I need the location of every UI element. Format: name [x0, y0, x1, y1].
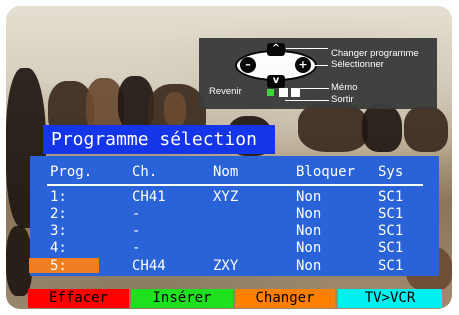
column-header-ch: Ch.	[132, 164, 158, 180]
nom-cell: ZXY	[213, 258, 239, 274]
prog-cell: 1:	[50, 189, 67, 205]
green-dot-icon	[267, 89, 274, 96]
sys-cell: SC1	[378, 206, 404, 222]
guide-line	[286, 48, 328, 49]
prog-cell: 4:	[50, 240, 67, 256]
background-horse	[362, 104, 402, 152]
tv-vcr-button[interactable]: TV>VCR	[338, 289, 442, 308]
column-header-sys: Sys	[378, 164, 404, 180]
guide-line	[299, 88, 329, 89]
navigation-help-panel: ^ v – + Changer programme Sélectionner R…	[199, 38, 437, 109]
ch-cell: -	[132, 223, 141, 239]
prog-cell: 5:	[50, 258, 67, 274]
changer-button[interactable]: Changer	[235, 289, 335, 308]
memo-label: Mémo	[331, 82, 358, 93]
ch-cell: -	[132, 206, 141, 222]
column-header-bloquer: Bloquer	[296, 164, 356, 180]
bloquer-cell: Non	[296, 258, 322, 274]
background-horse	[298, 102, 368, 152]
header-divider	[47, 184, 423, 186]
sys-cell: SC1	[378, 258, 404, 274]
inserer-button[interactable]: Insérer	[131, 289, 233, 308]
changer-programme-label: Changer programme	[331, 48, 419, 59]
revenir-label: Revenir	[209, 86, 242, 97]
white-square-icon	[291, 88, 300, 97]
plus-icon: +	[295, 57, 311, 73]
down-arrow-icon: v	[267, 75, 285, 88]
background-horse	[164, 92, 186, 126]
white-square-icon	[279, 88, 288, 97]
bloquer-cell: Non	[296, 206, 322, 222]
sys-cell: SC1	[378, 189, 404, 205]
minus-icon: –	[240, 57, 256, 73]
menu-title: Programme sélection	[43, 125, 275, 154]
guide-line	[314, 65, 328, 66]
sys-cell: SC1	[378, 240, 404, 256]
up-arrow-icon: ^	[267, 43, 285, 56]
sys-cell: SC1	[378, 223, 404, 239]
column-header-nom: Nom	[213, 164, 239, 180]
selectionner-label: Sélectionner	[331, 59, 384, 70]
bloquer-cell: Non	[296, 189, 322, 205]
effacer-button[interactable]: Effacer	[28, 289, 129, 308]
background-horse	[404, 106, 448, 152]
ch-cell: CH44	[132, 258, 166, 274]
column-header-prog: Prog.	[50, 164, 93, 180]
ch-cell: -	[132, 240, 141, 256]
prog-cell: 2:	[50, 206, 67, 222]
sortir-label: Sortir	[331, 94, 354, 105]
guide-line	[285, 100, 329, 101]
prog-cell: 3:	[50, 223, 67, 239]
bloquer-cell: Non	[296, 240, 322, 256]
ch-cell: CH41	[132, 189, 166, 205]
bloquer-cell: Non	[296, 223, 322, 239]
nom-cell: XYZ	[213, 189, 239, 205]
